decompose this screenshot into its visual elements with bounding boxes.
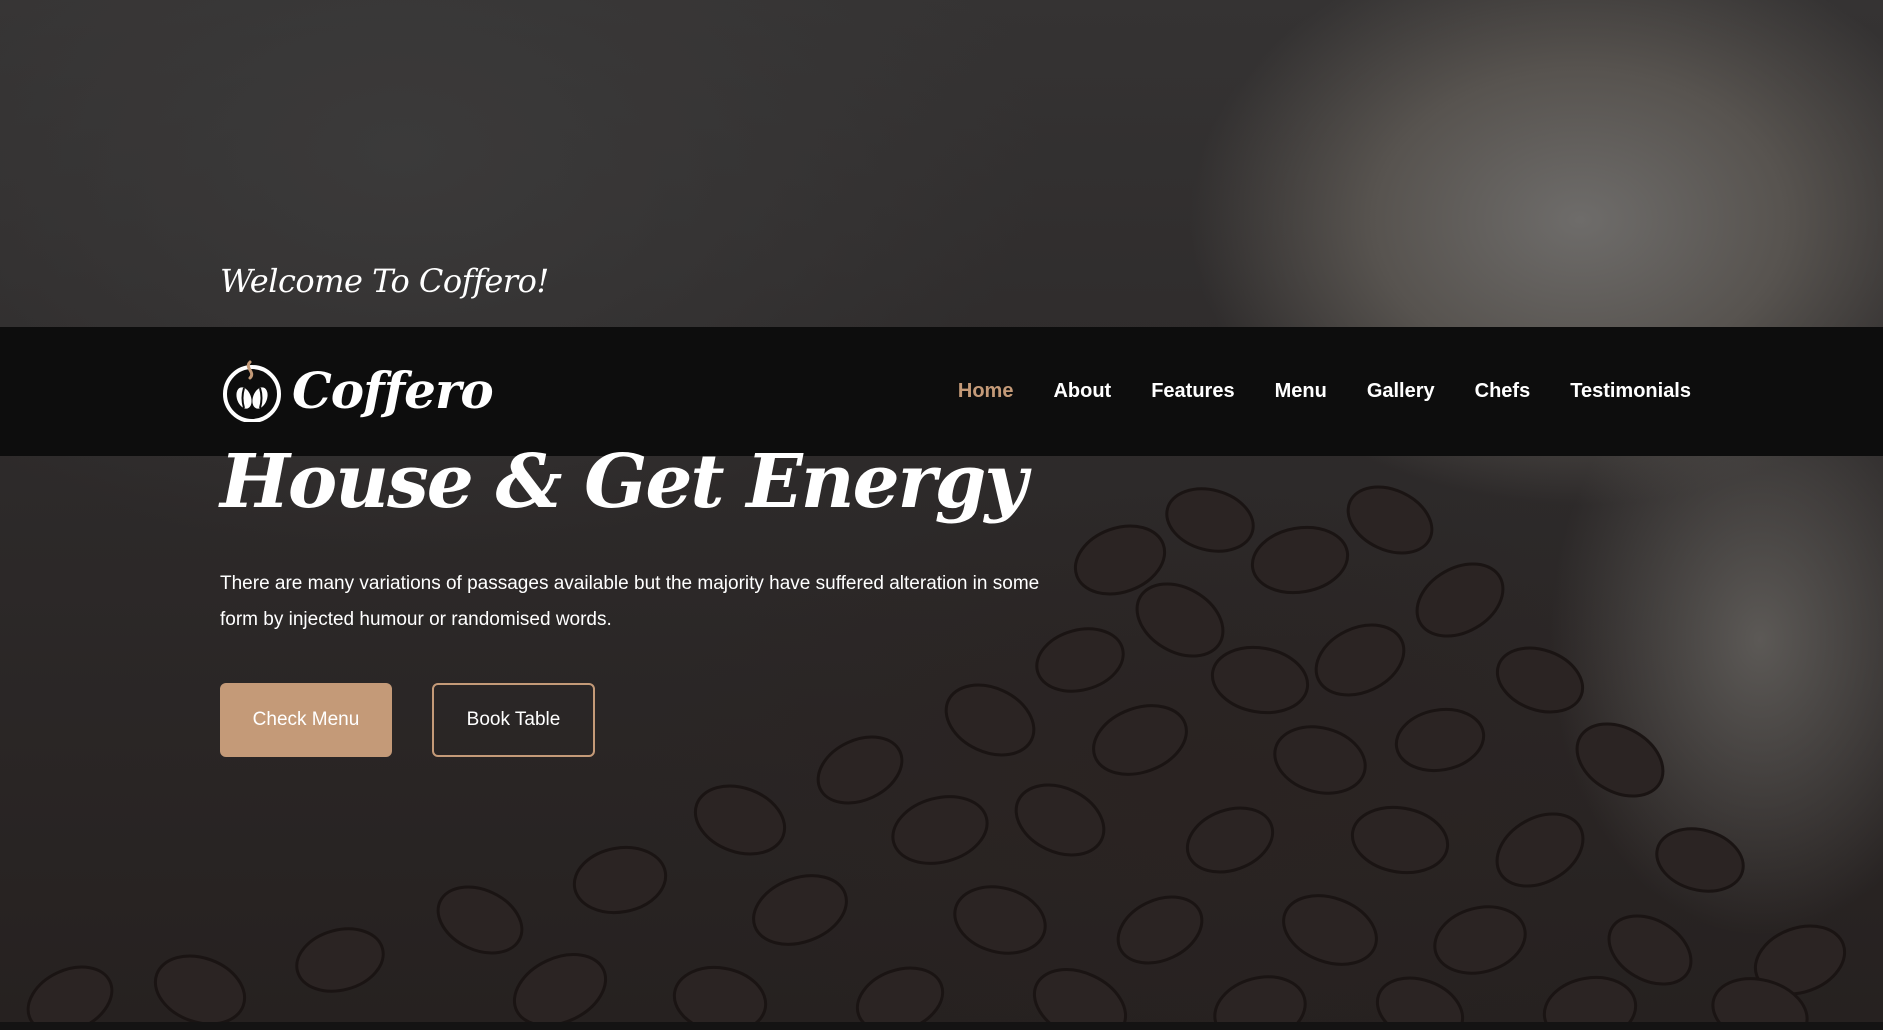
navbar: Coffero Home About Features Menu Gallery… [0, 327, 1883, 456]
nav-item-testimonials[interactable]: Testimonials [1570, 380, 1691, 403]
book-table-button[interactable]: Book Table [432, 683, 595, 757]
hero-description: There are many variations of passages av… [220, 573, 1040, 630]
nav-item-features[interactable]: Features [1151, 380, 1234, 403]
nav-item-home[interactable]: Home [958, 380, 1014, 403]
nav-item-chefs[interactable]: Chefs [1475, 380, 1531, 403]
brand-logo[interactable]: Coffero [220, 351, 494, 429]
main-nav: Home About Features Menu Gallery Chefs T… [958, 327, 1691, 456]
brand-name: Coffero [292, 360, 494, 420]
nav-item-menu[interactable]: Menu [1275, 380, 1327, 403]
nav-item-gallery[interactable]: Gallery [1367, 380, 1435, 403]
check-menu-button[interactable]: Check Menu [220, 683, 392, 757]
coffee-bean-cup-icon [223, 360, 281, 422]
hero-headline: House & Get Energy [220, 439, 1027, 525]
welcome-subtitle: Welcome To Coffero! [220, 262, 549, 300]
nav-item-about[interactable]: About [1053, 380, 1111, 403]
section-divider [0, 1022, 1883, 1030]
